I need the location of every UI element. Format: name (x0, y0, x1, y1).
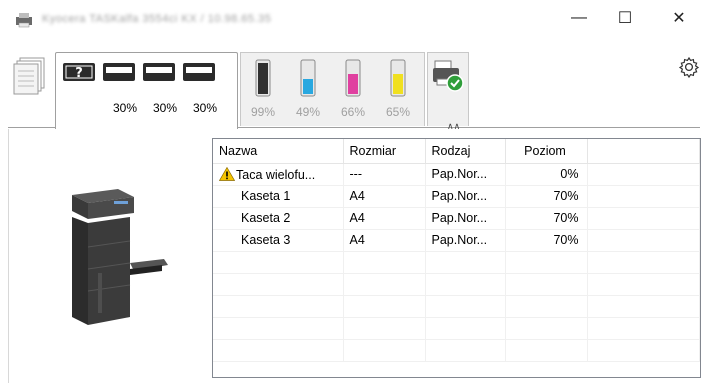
window-title: Kyocera TASKalfa 3554ci KX / 10.98.65.35 (42, 13, 272, 25)
toner-magenta-level: 66% (340, 105, 366, 119)
table-row-empty (213, 251, 700, 274)
row-size: --- (343, 163, 426, 186)
gear-icon[interactable] (678, 56, 700, 78)
row-level: 70% (505, 229, 588, 252)
table-row[interactable]: Taca wielofu... --- Pap.Nor... 0% (213, 163, 700, 186)
table-header-row: Nazwa Rozmiar Rodzaj Poziom (213, 139, 700, 164)
column-header-level[interactable]: Poziom (505, 139, 588, 164)
row-type: Pap.Nor... (425, 229, 506, 252)
column-header-size[interactable]: Rozmiar (343, 139, 426, 164)
table-row[interactable]: Kaseta 1 A4 Pap.Nor... 70% (213, 185, 700, 208)
row-size: A4 (343, 229, 426, 252)
toner-yellow-icon (390, 59, 406, 97)
row-name: Taca wielofu... (236, 167, 316, 182)
paper-trays-table: Nazwa Rozmiar Rodzaj Poziom Taca wielofu… (212, 138, 701, 378)
toner-cyan-level: 49% (295, 105, 321, 119)
printer-image-panel (8, 129, 208, 380)
row-type: Pap.Nor... (425, 207, 506, 230)
toner-black-icon (255, 59, 271, 97)
printer-image (72, 189, 168, 325)
svg-text:?: ? (75, 66, 83, 81)
minimize-button[interactable]: — (556, 0, 602, 36)
tray-1-level: 30% (112, 101, 138, 115)
tray-1-icon (103, 63, 135, 81)
table-row-empty (213, 317, 700, 340)
tray-3-icon (183, 63, 215, 81)
row-level: 0% (505, 163, 588, 186)
tray-2-icon (143, 63, 175, 81)
row-name: Kaseta 2 (213, 207, 344, 230)
document-stack-icon[interactable] (12, 56, 46, 96)
row-type: Pap.Nor... (425, 185, 506, 208)
tab-paper-trays[interactable]: ? 30% 30% 30% (55, 52, 238, 129)
column-header-name[interactable]: Nazwa (213, 139, 344, 164)
warning-icon (219, 166, 235, 181)
row-size: A4 (343, 207, 426, 230)
printer-app-icon (16, 13, 32, 28)
toner-black-level: 99% (250, 105, 276, 119)
close-button[interactable]: ✕ (656, 0, 702, 36)
tab-device-status[interactable] (427, 52, 469, 126)
row-level: 70% (505, 207, 588, 230)
printer-ok-icon (433, 60, 464, 92)
toner-cyan-icon (300, 59, 316, 97)
table-row-empty (213, 295, 700, 318)
tray-3-level: 30% (192, 101, 218, 115)
tray-unknown-icon: ? (63, 63, 95, 81)
row-size: A4 (343, 185, 426, 208)
tray-2-level: 30% (152, 101, 178, 115)
status-toolbar: ? 30% 30% 30% 99% 49% 66% 65% ∧∧ (0, 40, 708, 131)
table-row[interactable]: Kaseta 3 A4 Pap.Nor... 70% (213, 229, 700, 252)
row-level: 70% (505, 185, 588, 208)
row-name: Kaseta 1 (213, 185, 344, 208)
column-header-type[interactable]: Rodzaj (425, 139, 506, 164)
row-type: Pap.Nor... (425, 163, 506, 186)
toner-yellow-level: 65% (385, 105, 411, 119)
title-bar: Kyocera TASKalfa 3554ci KX / 10.98.65.35… (0, 0, 708, 40)
row-name: Kaseta 3 (213, 229, 344, 252)
toner-magenta-icon (345, 59, 361, 97)
table-row-empty (213, 273, 700, 296)
table-row[interactable]: Kaseta 2 A4 Pap.Nor... 70% (213, 207, 700, 230)
table-row-empty (213, 339, 700, 362)
tab-toner[interactable]: 99% 49% 66% 65% (240, 52, 425, 126)
chevron-up-icon[interactable]: ∧∧ (447, 121, 460, 132)
maximize-button[interactable]: ☐ (602, 0, 648, 36)
